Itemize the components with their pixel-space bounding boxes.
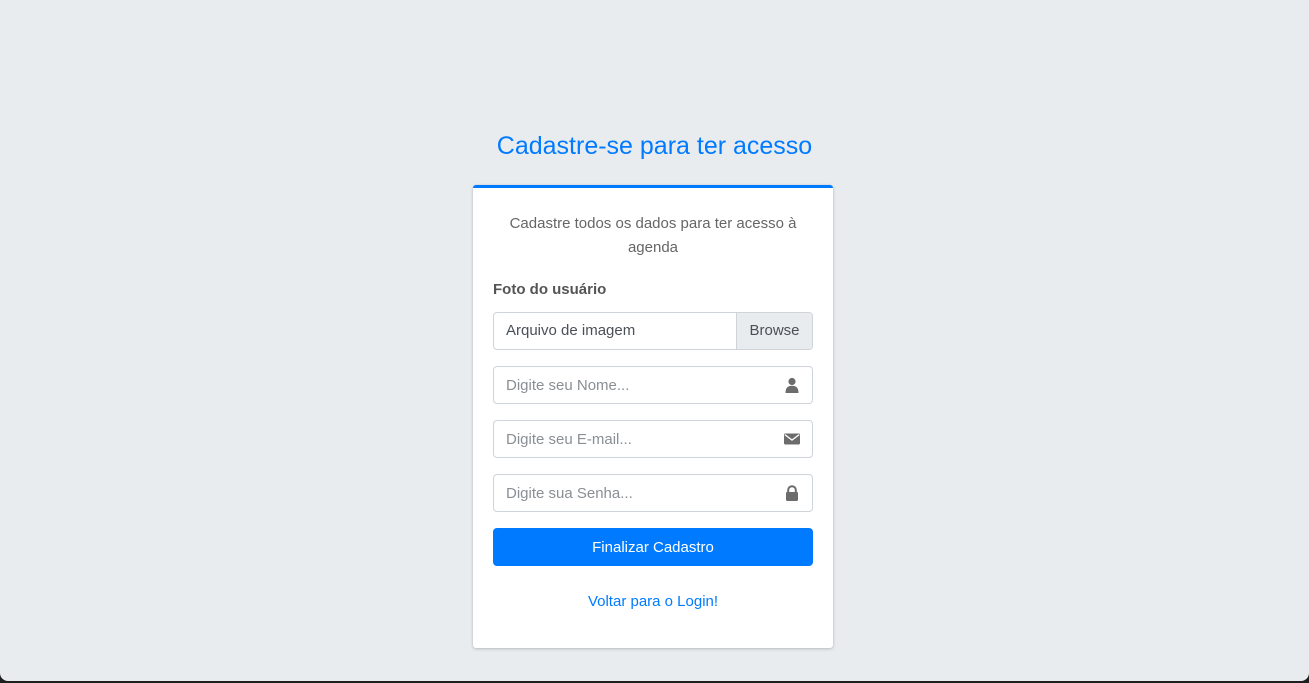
photo-file-input[interactable]: Arquivo de imagem Browse bbox=[493, 312, 813, 350]
register-card: Cadastre todos os dados para ter acesso … bbox=[473, 185, 833, 648]
page-title: Cadastre-se para ter acesso bbox=[496, 132, 813, 160]
lock-icon bbox=[786, 485, 798, 501]
back-to-login-link[interactable]: Voltar para o Login! bbox=[473, 593, 833, 610]
user-icon bbox=[785, 377, 799, 393]
page-background: Cadastre-se para ter acesso Cadastre tod… bbox=[0, 0, 1309, 681]
email-field[interactable] bbox=[493, 420, 813, 458]
email-input[interactable] bbox=[494, 421, 798, 457]
password-field[interactable] bbox=[493, 474, 813, 512]
password-input[interactable] bbox=[494, 475, 798, 511]
register-message: Cadastre todos os dados para ter acesso … bbox=[509, 215, 797, 256]
browse-button[interactable]: Browse bbox=[736, 313, 812, 349]
name-field[interactable] bbox=[493, 366, 813, 404]
name-input[interactable] bbox=[494, 367, 798, 403]
envelope-icon bbox=[784, 433, 800, 445]
finish-register-button[interactable]: Finalizar Cadastro bbox=[493, 528, 813, 566]
photo-label: Foto do usuário bbox=[493, 281, 607, 298]
file-input-text[interactable]: Arquivo de imagem bbox=[506, 313, 635, 349]
